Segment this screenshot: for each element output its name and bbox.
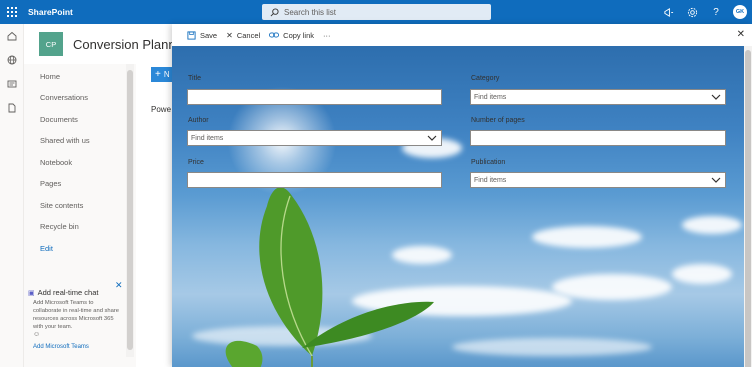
app-launcher-icon bbox=[7, 7, 17, 17]
help-button[interactable]: ? bbox=[704, 0, 728, 24]
chat-card-close-button[interactable]: ✕ bbox=[115, 280, 123, 291]
nav-item-shared-with-us[interactable]: Shared with us bbox=[40, 136, 90, 145]
app-bar-home[interactable] bbox=[0, 24, 24, 48]
search-placeholder: Search this list bbox=[284, 7, 337, 17]
site-title[interactable]: Conversion Planne bbox=[73, 37, 183, 52]
field-label-title: Title bbox=[188, 75, 201, 82]
field-label-author: Author bbox=[188, 117, 209, 124]
more-button[interactable]: ··· bbox=[323, 31, 331, 40]
link-icon bbox=[269, 32, 280, 38]
save-button[interactable]: Save bbox=[187, 31, 217, 40]
app-bar-news[interactable] bbox=[0, 72, 24, 96]
teams-chat-card: ▣ Add real-time chat Add Microsoft Teams… bbox=[28, 280, 128, 360]
publication-placeholder: Find items bbox=[474, 176, 507, 184]
settings-icon bbox=[687, 7, 697, 17]
panel-close-button[interactable]: ✕ bbox=[737, 29, 745, 40]
megaphone-button[interactable] bbox=[656, 0, 680, 24]
nav-item-pages[interactable]: Pages bbox=[40, 179, 61, 188]
panel-vertical-scrollbar[interactable] bbox=[744, 46, 752, 367]
cancel-label: Cancel bbox=[236, 30, 261, 40]
nav-item-home[interactable]: Home bbox=[40, 72, 60, 81]
app-launcher-button[interactable] bbox=[0, 0, 24, 24]
field-label-category: Category bbox=[471, 75, 500, 82]
author-field[interactable]: Find items bbox=[187, 130, 442, 146]
chevron-down-icon[interactable] bbox=[711, 92, 721, 104]
number-of-pages-field[interactable] bbox=[470, 130, 726, 146]
field-label-number-of-pages: Number of pages bbox=[471, 117, 525, 124]
nav-item-notebook[interactable]: Notebook bbox=[40, 158, 72, 167]
close-icon: ✕ bbox=[115, 280, 123, 290]
chevron-down-icon[interactable] bbox=[711, 175, 721, 187]
price-field[interactable] bbox=[187, 172, 442, 188]
globe-icon bbox=[7, 55, 17, 65]
document-icon bbox=[8, 103, 16, 113]
cancel-button[interactable]: ✕ Cancel bbox=[226, 31, 260, 40]
category-field[interactable]: Find items bbox=[470, 89, 726, 105]
save-icon bbox=[187, 30, 196, 40]
close-icon: ✕ bbox=[226, 30, 233, 40]
publication-field[interactable]: Find items bbox=[470, 172, 726, 188]
close-icon: ✕ bbox=[736, 29, 745, 40]
teams-icon: ▣ bbox=[28, 289, 35, 297]
add-teams-link[interactable]: Add Microsoft Teams bbox=[33, 344, 89, 350]
field-label-price: Price bbox=[188, 159, 204, 166]
brand-name[interactable]: SharePoint bbox=[28, 7, 73, 17]
smile-icon: ☺ bbox=[33, 331, 41, 338]
category-placeholder: Find items bbox=[474, 93, 507, 101]
nav-item-recycle-bin[interactable]: Recycle bin bbox=[40, 222, 79, 231]
author-placeholder: Find items bbox=[191, 134, 224, 142]
panel-background-image: Title Author Find items Price Category F… bbox=[172, 46, 744, 367]
copy-link-label: Copy link bbox=[283, 30, 315, 40]
app-bar bbox=[0, 24, 24, 367]
chat-card-title: ▣ Add real-time chat bbox=[28, 288, 99, 297]
settings-button[interactable] bbox=[680, 0, 704, 24]
chevron-down-icon[interactable] bbox=[427, 133, 437, 145]
field-label-publication: Publication bbox=[471, 159, 506, 166]
chat-card-title-text: Add real-time chat bbox=[37, 288, 99, 297]
search-input[interactable]: Search this list bbox=[262, 4, 491, 20]
copy-link-button[interactable]: Copy link bbox=[269, 31, 314, 40]
suite-bar: SharePoint Search this list ? GK bbox=[0, 0, 752, 24]
plus-icon: + bbox=[155, 69, 161, 80]
account-button[interactable]: GK bbox=[728, 0, 752, 24]
scrollbar-thumb[interactable] bbox=[745, 50, 751, 367]
megaphone-icon bbox=[663, 7, 673, 17]
app-bar-sites[interactable] bbox=[0, 48, 24, 72]
title-field[interactable] bbox=[187, 89, 442, 105]
search-icon bbox=[270, 7, 279, 16]
panel-command-bar: Save ✕ Cancel Copy link ··· bbox=[172, 24, 752, 46]
app-bar-files[interactable] bbox=[0, 96, 24, 120]
more-icon: ··· bbox=[323, 30, 331, 40]
help-icon: ? bbox=[713, 6, 719, 18]
nav-item-site-contents[interactable]: Site contents bbox=[40, 201, 83, 210]
news-icon bbox=[7, 80, 17, 88]
save-label: Save bbox=[200, 30, 218, 40]
avatar: GK bbox=[733, 5, 747, 19]
nav-item-conversations[interactable]: Conversations bbox=[40, 93, 88, 102]
list-title-partial: Powe bbox=[151, 105, 172, 114]
chat-card-description: Add Microsoft Teams to collaborate in re… bbox=[33, 300, 120, 330]
item-edit-panel: Title Author Find items Price Category F… bbox=[172, 24, 752, 367]
nav-edit-link[interactable]: Edit bbox=[40, 244, 53, 253]
home-icon bbox=[7, 31, 17, 41]
site-logo[interactable]: CP bbox=[39, 32, 63, 56]
nav-item-documents[interactable]: Documents bbox=[40, 115, 78, 124]
new-button-label: N bbox=[163, 70, 170, 79]
